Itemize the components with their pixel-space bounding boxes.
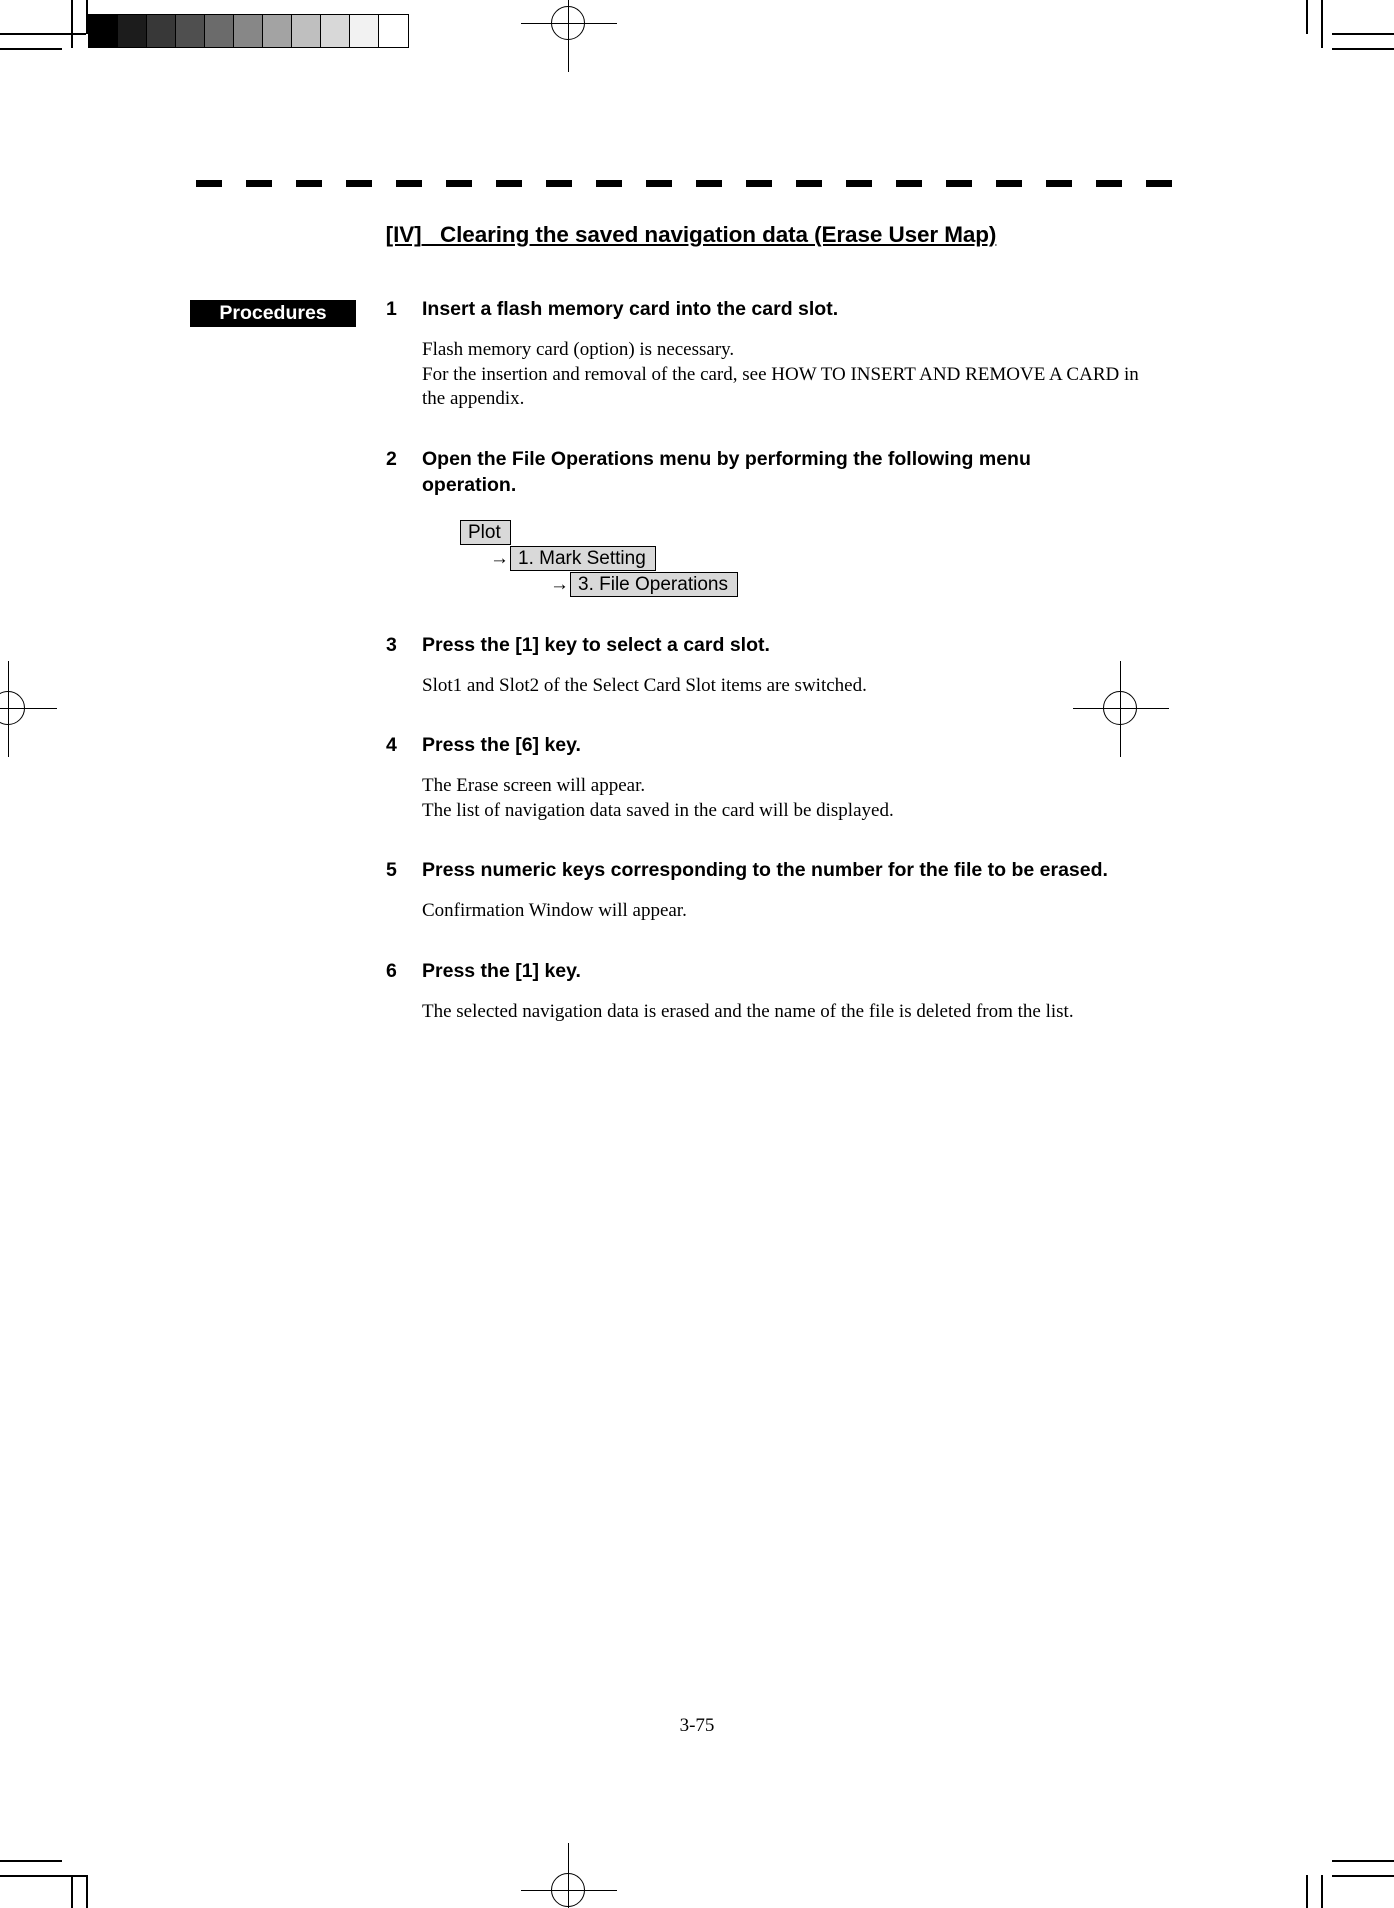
crop-mark-bottom-left-icon xyxy=(0,1860,88,1908)
step-body: Slot1 and Slot2 of the Select Card Slot … xyxy=(422,674,867,696)
procedure-step: 6 Press the [1] key. The selected naviga… xyxy=(386,958,1196,1025)
gray-swatch xyxy=(379,15,408,47)
step-title: Press the [1] key. xyxy=(422,959,581,982)
registration-mark-top-icon xyxy=(521,0,617,72)
step-body: The Erase screen will appear. The list o… xyxy=(422,775,894,821)
gray-swatch xyxy=(147,15,176,47)
gray-swatch xyxy=(176,15,205,47)
step-number: 6 xyxy=(386,959,397,982)
gray-swatch xyxy=(89,15,118,47)
document-page: [IV] Clearing the saved navigation data … xyxy=(0,0,1394,1908)
grayscale-calibration-wedge xyxy=(88,14,409,48)
step-body: Confirmation Window will appear. xyxy=(422,900,687,921)
step-number: 2 xyxy=(386,447,397,470)
step-number: 5 xyxy=(386,859,397,881)
procedure-step: 5 Press numeric keys corresponding to th… xyxy=(386,857,1196,924)
procedure-step-list: 1 Insert a flash memory card into the ca… xyxy=(386,296,1196,1024)
gray-swatch xyxy=(321,15,350,47)
step-body: Flash memory card (option) is necessary.… xyxy=(422,339,1139,409)
menu-node-file-operations[interactable]: 3. File Operations xyxy=(570,572,738,597)
section-divider xyxy=(196,180,1181,187)
gray-swatch xyxy=(263,15,292,47)
gray-swatch xyxy=(118,15,147,47)
step-number: 4 xyxy=(386,734,397,756)
registration-mark-bottom-icon xyxy=(521,1843,617,1908)
step-title: Press the [1] key to select a card slot. xyxy=(422,633,770,656)
crop-mark-top-right-icon xyxy=(1306,0,1394,50)
crop-mark-bottom-right-icon xyxy=(1306,1860,1394,1908)
menu-path-row: → 3. File Operations xyxy=(550,572,1196,598)
menu-node-mark-setting[interactable]: 1. Mark Setting xyxy=(510,546,656,571)
section-label: [IV] xyxy=(385,222,422,247)
arrow-right-icon: → xyxy=(550,573,569,595)
procedure-step: 2 Open the File Operations menu by perfo… xyxy=(386,446,1196,598)
gray-swatch xyxy=(350,15,379,47)
section-title-text: Clearing the saved navigation data (Eras… xyxy=(440,222,997,247)
page-number: 3-75 xyxy=(679,1715,715,1736)
procedure-step: 3 Press the [1] key to select a card slo… xyxy=(386,632,1196,699)
procedure-step: 1 Insert a flash memory card into the ca… xyxy=(386,296,1196,412)
arrow-right-icon: → xyxy=(490,547,509,569)
menu-node-plot[interactable]: Plot xyxy=(460,520,511,545)
step-number: 1 xyxy=(386,298,397,320)
step-body: The selected navigation data is erased a… xyxy=(422,1000,1074,1022)
gray-swatch xyxy=(205,15,234,47)
step-title: Press the [6] key. xyxy=(422,734,581,756)
gray-swatch xyxy=(234,15,263,47)
menu-path-diagram: Plot → 1. Mark Setting → 3. File Operati… xyxy=(422,520,1196,598)
menu-path-row: Plot xyxy=(460,520,1196,546)
step-title: Press numeric keys corresponding to the … xyxy=(422,859,1108,881)
registration-mark-left-icon xyxy=(0,661,57,757)
procedure-step: 4 Press the [6] key. The Erase screen wi… xyxy=(386,732,1196,823)
menu-path-row: → 1. Mark Setting xyxy=(490,546,1196,572)
procedures-badge: Procedures xyxy=(190,300,356,327)
gray-swatch xyxy=(292,15,321,47)
step-title: Insert a flash memory card into the card… xyxy=(422,298,839,320)
crop-mark-top-left-icon xyxy=(0,0,88,50)
page-title: [IV] Clearing the saved navigation data … xyxy=(196,222,1186,248)
step-title: Open the File Operations menu by perform… xyxy=(422,447,1031,496)
step-number: 3 xyxy=(386,633,397,656)
